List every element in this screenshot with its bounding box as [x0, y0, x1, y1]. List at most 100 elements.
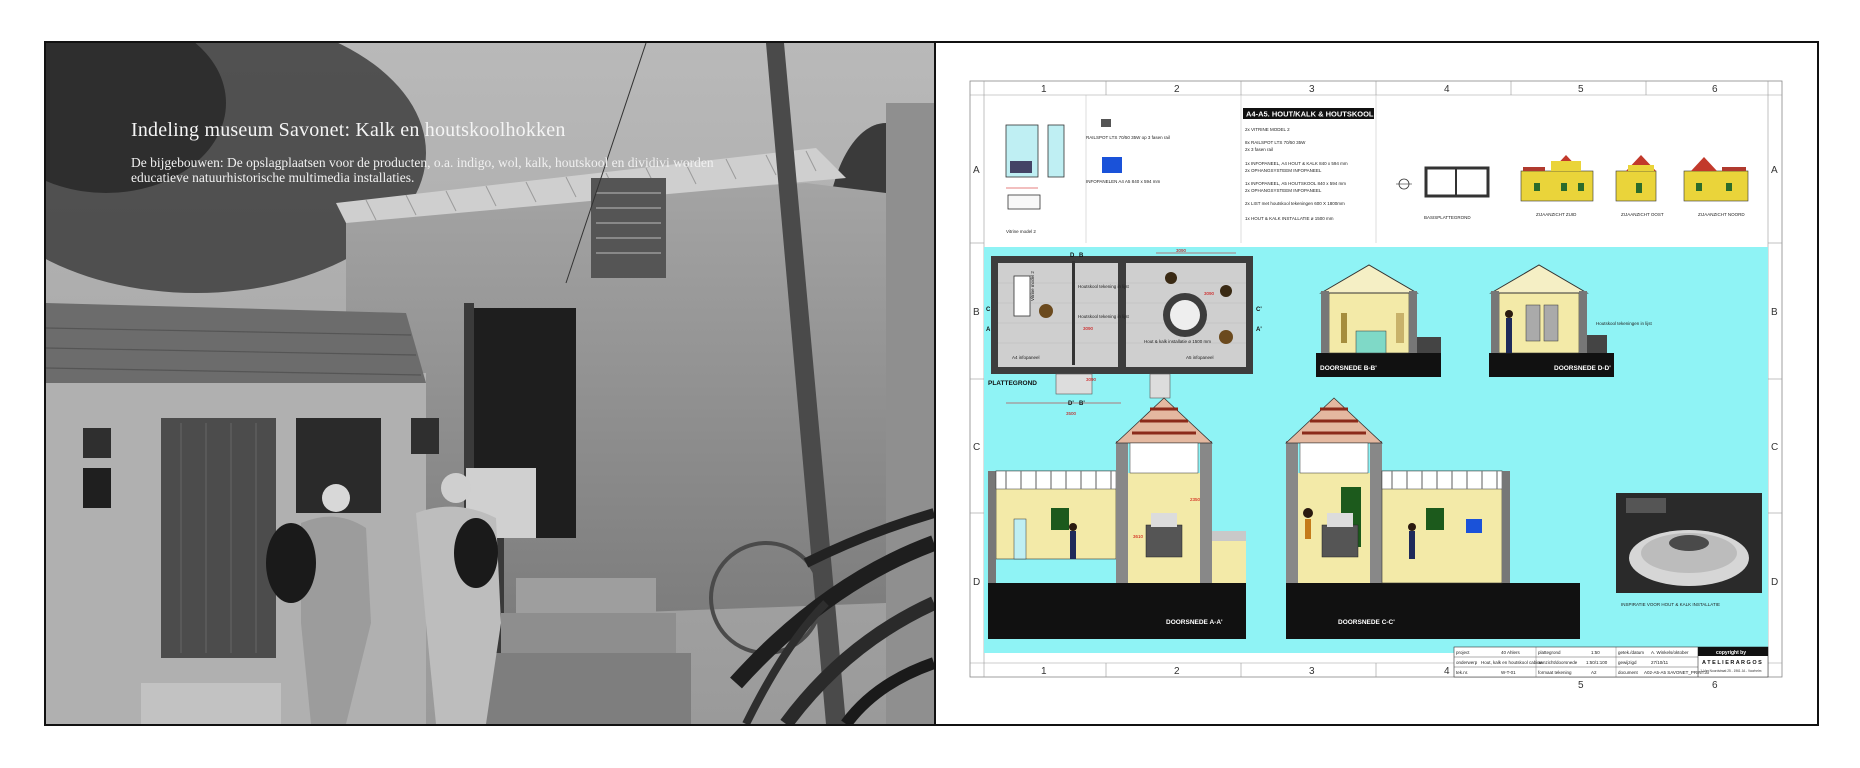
elevation-zuid	[1520, 155, 1594, 202]
title-block: project 40 Ahlers plattegrond 1:50 getek…	[1453, 646, 1769, 678]
tb-r1-c5: getek./datum	[1618, 650, 1644, 655]
section-mark-C2: C'	[1256, 307, 1262, 313]
col-label-bottom-1: 1	[1041, 666, 1047, 677]
section-mark-B: B	[1079, 253, 1084, 259]
museum-photo: Indeling museum Savonet: Kalk en houtsko…	[46, 43, 934, 724]
col-label-bottom-5: 5	[1578, 680, 1584, 691]
section-mark-C: C	[986, 307, 991, 313]
tb-r2-c1: onderwerp	[1456, 660, 1478, 665]
plan-tekening1-label: Houtskool tekening in lijst	[1078, 284, 1130, 289]
tb-r3-c1: tek.nr.	[1456, 670, 1468, 675]
plan-dim-bottom: 3500	[1066, 411, 1077, 416]
plan-dim-top: 3090	[1176, 248, 1187, 253]
legend-item-9: 1x HOUT & KALK INSTALLATIE ø 1500 mm	[1245, 216, 1334, 221]
legend-item-2: 8x RAILSPOT LTS 70/50 35W	[1245, 140, 1306, 145]
row-label-right-D: D	[1771, 577, 1778, 588]
section-mark-A2: A'	[1256, 327, 1262, 333]
section-mark-B2: B'	[1079, 401, 1085, 407]
tb-r2-c4: 1:50/1:100	[1586, 660, 1608, 665]
legend-item-5: 2x OPHANGSYSTEEM INFOPANEEL	[1245, 168, 1322, 173]
tb-firm-sub: J. Van Noordstraat 25 - 1961 JA - Voorhe…	[1700, 669, 1762, 673]
col-label-top-6: 6	[1712, 84, 1718, 95]
col-label-top-3: 3	[1309, 84, 1315, 95]
tb-r3-c6: A02-A5-A5 SAVONET_PRINT.ai	[1644, 670, 1709, 675]
basisplattegrond-label: BASISPLATTEGROND	[1424, 215, 1471, 220]
infopanel-swatch	[1102, 157, 1122, 173]
tb-firm: A T E L I E R A R G O S	[1702, 660, 1762, 666]
tb-r2-c6: 27/10/11	[1651, 660, 1669, 665]
plan-dim-mid: 3090	[1086, 377, 1097, 382]
zuid-label: ZIJAANZICHT ZUID	[1536, 212, 1577, 217]
section-bb-label: DOORSNEDE B-B'	[1320, 365, 1377, 372]
section-mark-D: D	[1070, 253, 1075, 259]
row-label-left-C: C	[973, 442, 980, 453]
infopanelen-label: INFOPANELEN A4 A5 840 x 594 mm	[1086, 179, 1160, 184]
legend-item-4: 1x INFOPANEEL, A4 HOUT & KALK 840 x 594 …	[1245, 161, 1348, 166]
tb-r2-c5: gewijzigd	[1618, 660, 1637, 665]
page-title: Indeling museum Savonet: Kalk en houtsko…	[131, 119, 566, 141]
plan-installatie-label: Hout & kalk installatie ø 1500 mm	[1144, 339, 1211, 344]
tb-r3-c3: formaat tekening	[1538, 670, 1572, 675]
railspot-label: RAILSPOT LTS 70/50 35W op 3 fasen rail	[1086, 135, 1170, 140]
tb-r1-c2: 40 Ahlers	[1501, 650, 1521, 655]
tb-r1-c3: plattegrond	[1538, 650, 1561, 655]
vitrine-label: Vitrine model 2	[1006, 229, 1036, 234]
legend-item-7: 2x OPHANGSYSTEEM INFOPANEEL	[1245, 188, 1322, 193]
row-label-right-B: B	[1771, 307, 1778, 318]
tb-r3-c4: A2	[1591, 670, 1597, 675]
section-dd-label: DOORSNEDE D-D'	[1554, 365, 1611, 372]
tb-r1-c4: 1:50	[1591, 650, 1600, 655]
plan-tekening2-label: Houtskool tekening in lijst	[1078, 314, 1130, 319]
section-cc-label: DOORSNEDE C-C'	[1338, 619, 1395, 626]
row-label-left-B: B	[973, 307, 980, 318]
section-dd-note: Houtskool tekeningen in lijst	[1596, 321, 1653, 326]
col-label-bottom-4: 4	[1444, 666, 1450, 677]
col-label-top-1: 1	[1041, 84, 1047, 95]
col-label-bottom-2: 2	[1174, 666, 1180, 677]
col-label-top-4: 4	[1444, 84, 1450, 95]
section-mark-A: A	[986, 327, 991, 333]
col-label-top-2: 2	[1174, 84, 1180, 95]
plan-info-a4-label: A4 infopaneel	[1012, 355, 1040, 360]
drawing-sheet: 1 2 3 4 5 6 1 2 3 4 5 6 A B C D A B C D	[969, 80, 1783, 691]
architectural-drawing: 1 2 3 4 5 6 1 2 3 4 5 6 A B C D A B C D	[936, 43, 1817, 724]
row-label-right-A: A	[1771, 165, 1778, 176]
legend-item-3: 2x 3 fasen rail	[1245, 147, 1273, 152]
tb-r3-c2: W-T-01	[1501, 670, 1516, 675]
tb-r2-c3: aanzicht/doorsnede	[1538, 660, 1578, 665]
col-label-bottom-6: 6	[1712, 680, 1718, 691]
page-caption: De bijgebouwen: De opslagplaatsen voor d…	[131, 155, 714, 185]
section-aa-label: DOORSNEDE A-A'	[1166, 619, 1223, 626]
tb-r1-c6: A. Winkels/oktober	[1651, 650, 1689, 655]
tb-r3-c5: document	[1618, 670, 1639, 675]
tb-r2-c2: Hout, kalk en houtskool cabine	[1481, 660, 1543, 665]
elevation-noord	[1683, 157, 1749, 202]
section-aa-dim-2: 3610	[1133, 534, 1144, 539]
legend-item-6: 1x INFOPANEEL, A5 HOUTSKOOL 840 x 594 mm	[1245, 181, 1346, 186]
section-mark-D2: D'	[1068, 401, 1074, 407]
plan-dim-right: 3090	[1204, 291, 1215, 296]
legend-item-8: 2x LIST met houtskool tekeningen 600 X 1…	[1245, 201, 1345, 206]
plan-dim-inner: 3090	[1083, 326, 1094, 331]
elevation-oost	[1615, 155, 1657, 202]
col-label-top-5: 5	[1578, 84, 1584, 95]
tb-r1-c1: project	[1456, 650, 1470, 655]
inspiration-photo: INSPIRATIE VOOR HOUT & KALK INSTALLATIE	[1616, 493, 1762, 607]
legend-item-1: 2x VITRINE MODEL 2	[1245, 127, 1290, 132]
plattegrond-label: PLATTEGROND	[988, 380, 1037, 387]
oost-label: ZIJAANZICHT OOST	[1621, 212, 1664, 217]
row-label-right-C: C	[1771, 442, 1778, 453]
inspiration-caption: INSPIRATIE VOOR HOUT & KALK INSTALLATIE	[1621, 602, 1720, 607]
tb-copyright: copyright by	[1716, 650, 1746, 656]
brochure-spread: Indeling museum Savonet: Kalk en houtsko…	[44, 41, 1819, 726]
plan-vitrine-label: Vitrine model 2	[1030, 271, 1035, 301]
photo-illustration	[46, 43, 934, 724]
noord-label: ZIJAANZICHT NOORD	[1698, 212, 1745, 217]
section-aa-dim-1: 2350	[1190, 497, 1201, 502]
top-strip: Vitrine model 2 RAILSPOT LTS 70/50 35W o…	[1005, 95, 1749, 243]
row-label-left-A: A	[973, 165, 980, 176]
drawing-header-title: A4-A5. HOUT/KALK & HOUTSKOOL	[1246, 110, 1374, 119]
row-label-left-D: D	[973, 577, 980, 588]
col-label-bottom-3: 3	[1309, 666, 1315, 677]
plan-info-a5-label: A5 infopaneel	[1186, 355, 1214, 360]
